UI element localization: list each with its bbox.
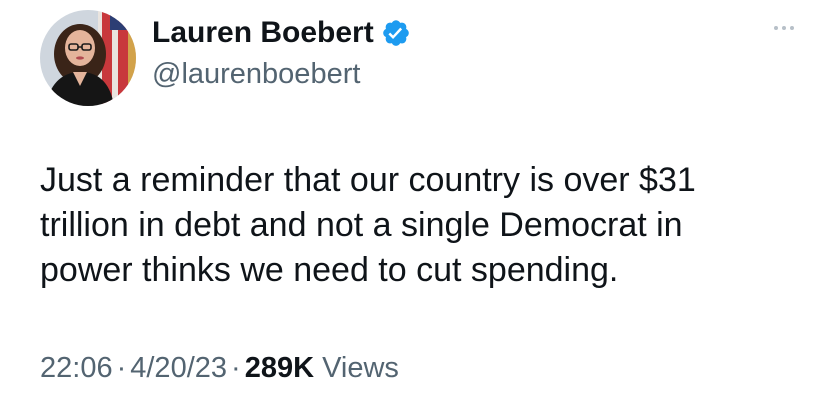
avatar[interactable] <box>40 10 136 106</box>
more-dot <box>782 26 786 30</box>
tweet-text-line: power thinks we need to cut spending. <box>40 251 619 289</box>
tweet-text-line: trillion in debt and not a single Democr… <box>40 206 683 244</box>
tweet-card: Lauren Boebert @laurenboebert Just a rem… <box>0 0 828 412</box>
more-options-icon[interactable] <box>770 22 798 34</box>
tweet-time[interactable]: 22:06 <box>40 352 113 384</box>
author-name-row: Lauren Boebert <box>152 15 411 51</box>
meta-separator: · <box>116 352 127 384</box>
more-dot <box>774 26 778 30</box>
tweet-date[interactable]: 4/20/23 <box>130 352 227 384</box>
meta-separator: · <box>231 352 241 384</box>
author-display-name[interactable]: Lauren Boebert <box>152 15 374 51</box>
verified-badge-icon[interactable] <box>381 18 411 48</box>
tweet-meta: 22:06 · 4/20/23 · 289K Views <box>40 350 399 386</box>
views-count[interactable]: 289K <box>245 352 314 384</box>
avatar-photo-icon <box>40 10 136 106</box>
tweet-text: Just a reminder that our country is over… <box>40 158 800 293</box>
tweet-text-line: Just a reminder that our country is over… <box>40 161 696 199</box>
author-handle[interactable]: @laurenboebert <box>152 57 360 91</box>
more-dot <box>790 26 794 30</box>
views-label: Views <box>322 352 399 384</box>
